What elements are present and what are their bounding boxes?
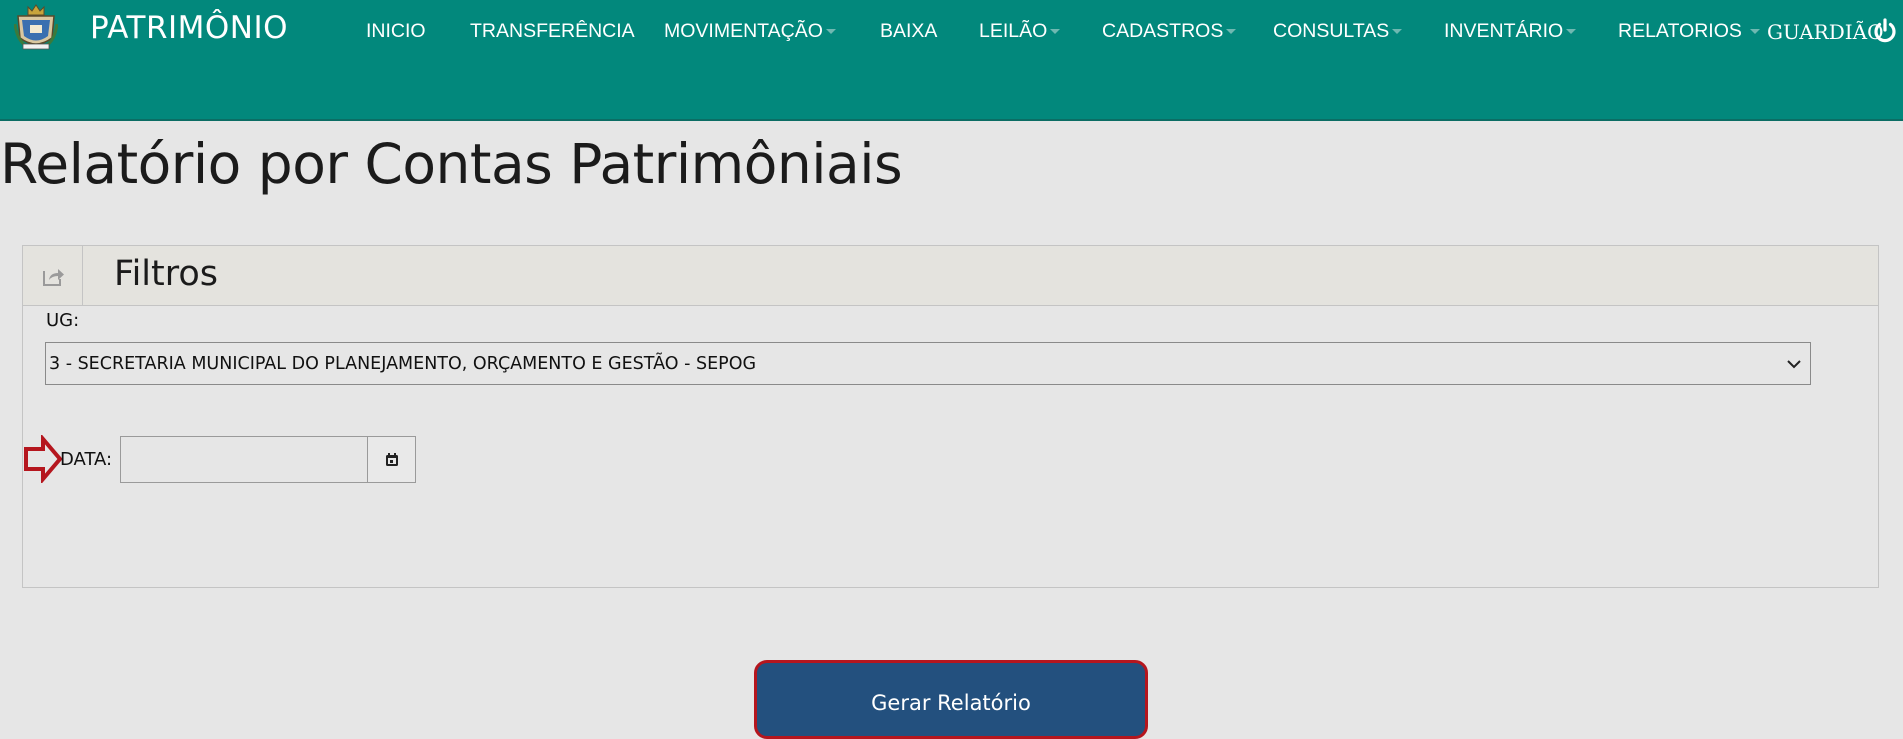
calendar-button[interactable] bbox=[367, 436, 416, 483]
nav-baixa[interactable]: BAIXA bbox=[880, 20, 937, 44]
arrow-right-indicator-icon bbox=[24, 435, 63, 483]
power-icon[interactable] bbox=[1872, 18, 1898, 44]
user-name[interactable]: GUARDIÃO bbox=[1767, 20, 1884, 44]
caret-down-icon bbox=[1566, 29, 1577, 35]
caret-down-icon bbox=[1050, 29, 1061, 35]
caret-down-icon bbox=[825, 29, 836, 35]
data-label: DATA: bbox=[60, 449, 113, 470]
generate-report-label: Gerar Relatório bbox=[871, 691, 1031, 715]
nav-label: INVENTÁRIO bbox=[1444, 20, 1564, 42]
nav-label: CADASTROS bbox=[1102, 20, 1224, 42]
nav-consultas[interactable]: CONSULTAS bbox=[1273, 20, 1403, 44]
nav-transferencia[interactable]: TRANSFERÊNCIA bbox=[470, 20, 635, 44]
municipal-coat-of-arms-icon[interactable] bbox=[14, 2, 58, 52]
nav-relatorios[interactable]: RELATORIOS bbox=[1618, 20, 1760, 44]
top-navbar: PATRIMÔNIO INICIO TRANSFERÊNCIA MOVIMENT… bbox=[0, 0, 1903, 121]
nav-inicio[interactable]: INICIO bbox=[366, 20, 426, 44]
date-input[interactable] bbox=[120, 436, 368, 483]
nav-cadastros[interactable]: CADASTROS bbox=[1102, 20, 1237, 44]
panel-title: Filtros bbox=[114, 254, 219, 294]
nav-label: TRANSFERÊNCIA bbox=[470, 20, 635, 42]
nav-leilao[interactable]: LEILÃO bbox=[979, 20, 1061, 44]
caret-down-icon bbox=[1226, 29, 1237, 35]
nav-label: BAIXA bbox=[880, 20, 938, 42]
generate-report-button[interactable]: Gerar Relatório bbox=[754, 660, 1148, 739]
nav-label: INICIO bbox=[366, 20, 426, 42]
share-icon bbox=[43, 269, 64, 286]
nav-label: CONSULTAS bbox=[1273, 20, 1390, 42]
filters-panel: Filtros UG: 3 - SECRETARIA MUNICIPAL DO … bbox=[22, 245, 1879, 588]
nav-inventario[interactable]: INVENTÁRIO bbox=[1444, 20, 1577, 44]
panel-header: Filtros bbox=[23, 246, 1878, 306]
chevron-down-icon bbox=[1787, 360, 1801, 369]
app-title: PATRIMÔNIO bbox=[90, 10, 289, 46]
ug-selected-value: 3 - SECRETARIA MUNICIPAL DO PLANEJAMENTO… bbox=[49, 354, 757, 374]
panel-icon-cell bbox=[23, 246, 83, 305]
caret-down-icon bbox=[1392, 29, 1403, 35]
calendar-icon bbox=[386, 453, 398, 466]
nav-movimentacao[interactable]: MOVIMENTAÇÃO bbox=[664, 20, 836, 44]
page-title: Relatório por Contas Patrimôniais bbox=[0, 132, 903, 196]
ug-select[interactable]: 3 - SECRETARIA MUNICIPAL DO PLANEJAMENTO… bbox=[45, 342, 1811, 385]
nav-label: RELATORIOS bbox=[1618, 20, 1742, 42]
caret-down-icon bbox=[1749, 29, 1760, 35]
nav-label: MOVIMENTAÇÃO bbox=[664, 20, 823, 42]
ug-label: UG: bbox=[46, 310, 80, 331]
nav-label: LEILÃO bbox=[979, 20, 1048, 42]
